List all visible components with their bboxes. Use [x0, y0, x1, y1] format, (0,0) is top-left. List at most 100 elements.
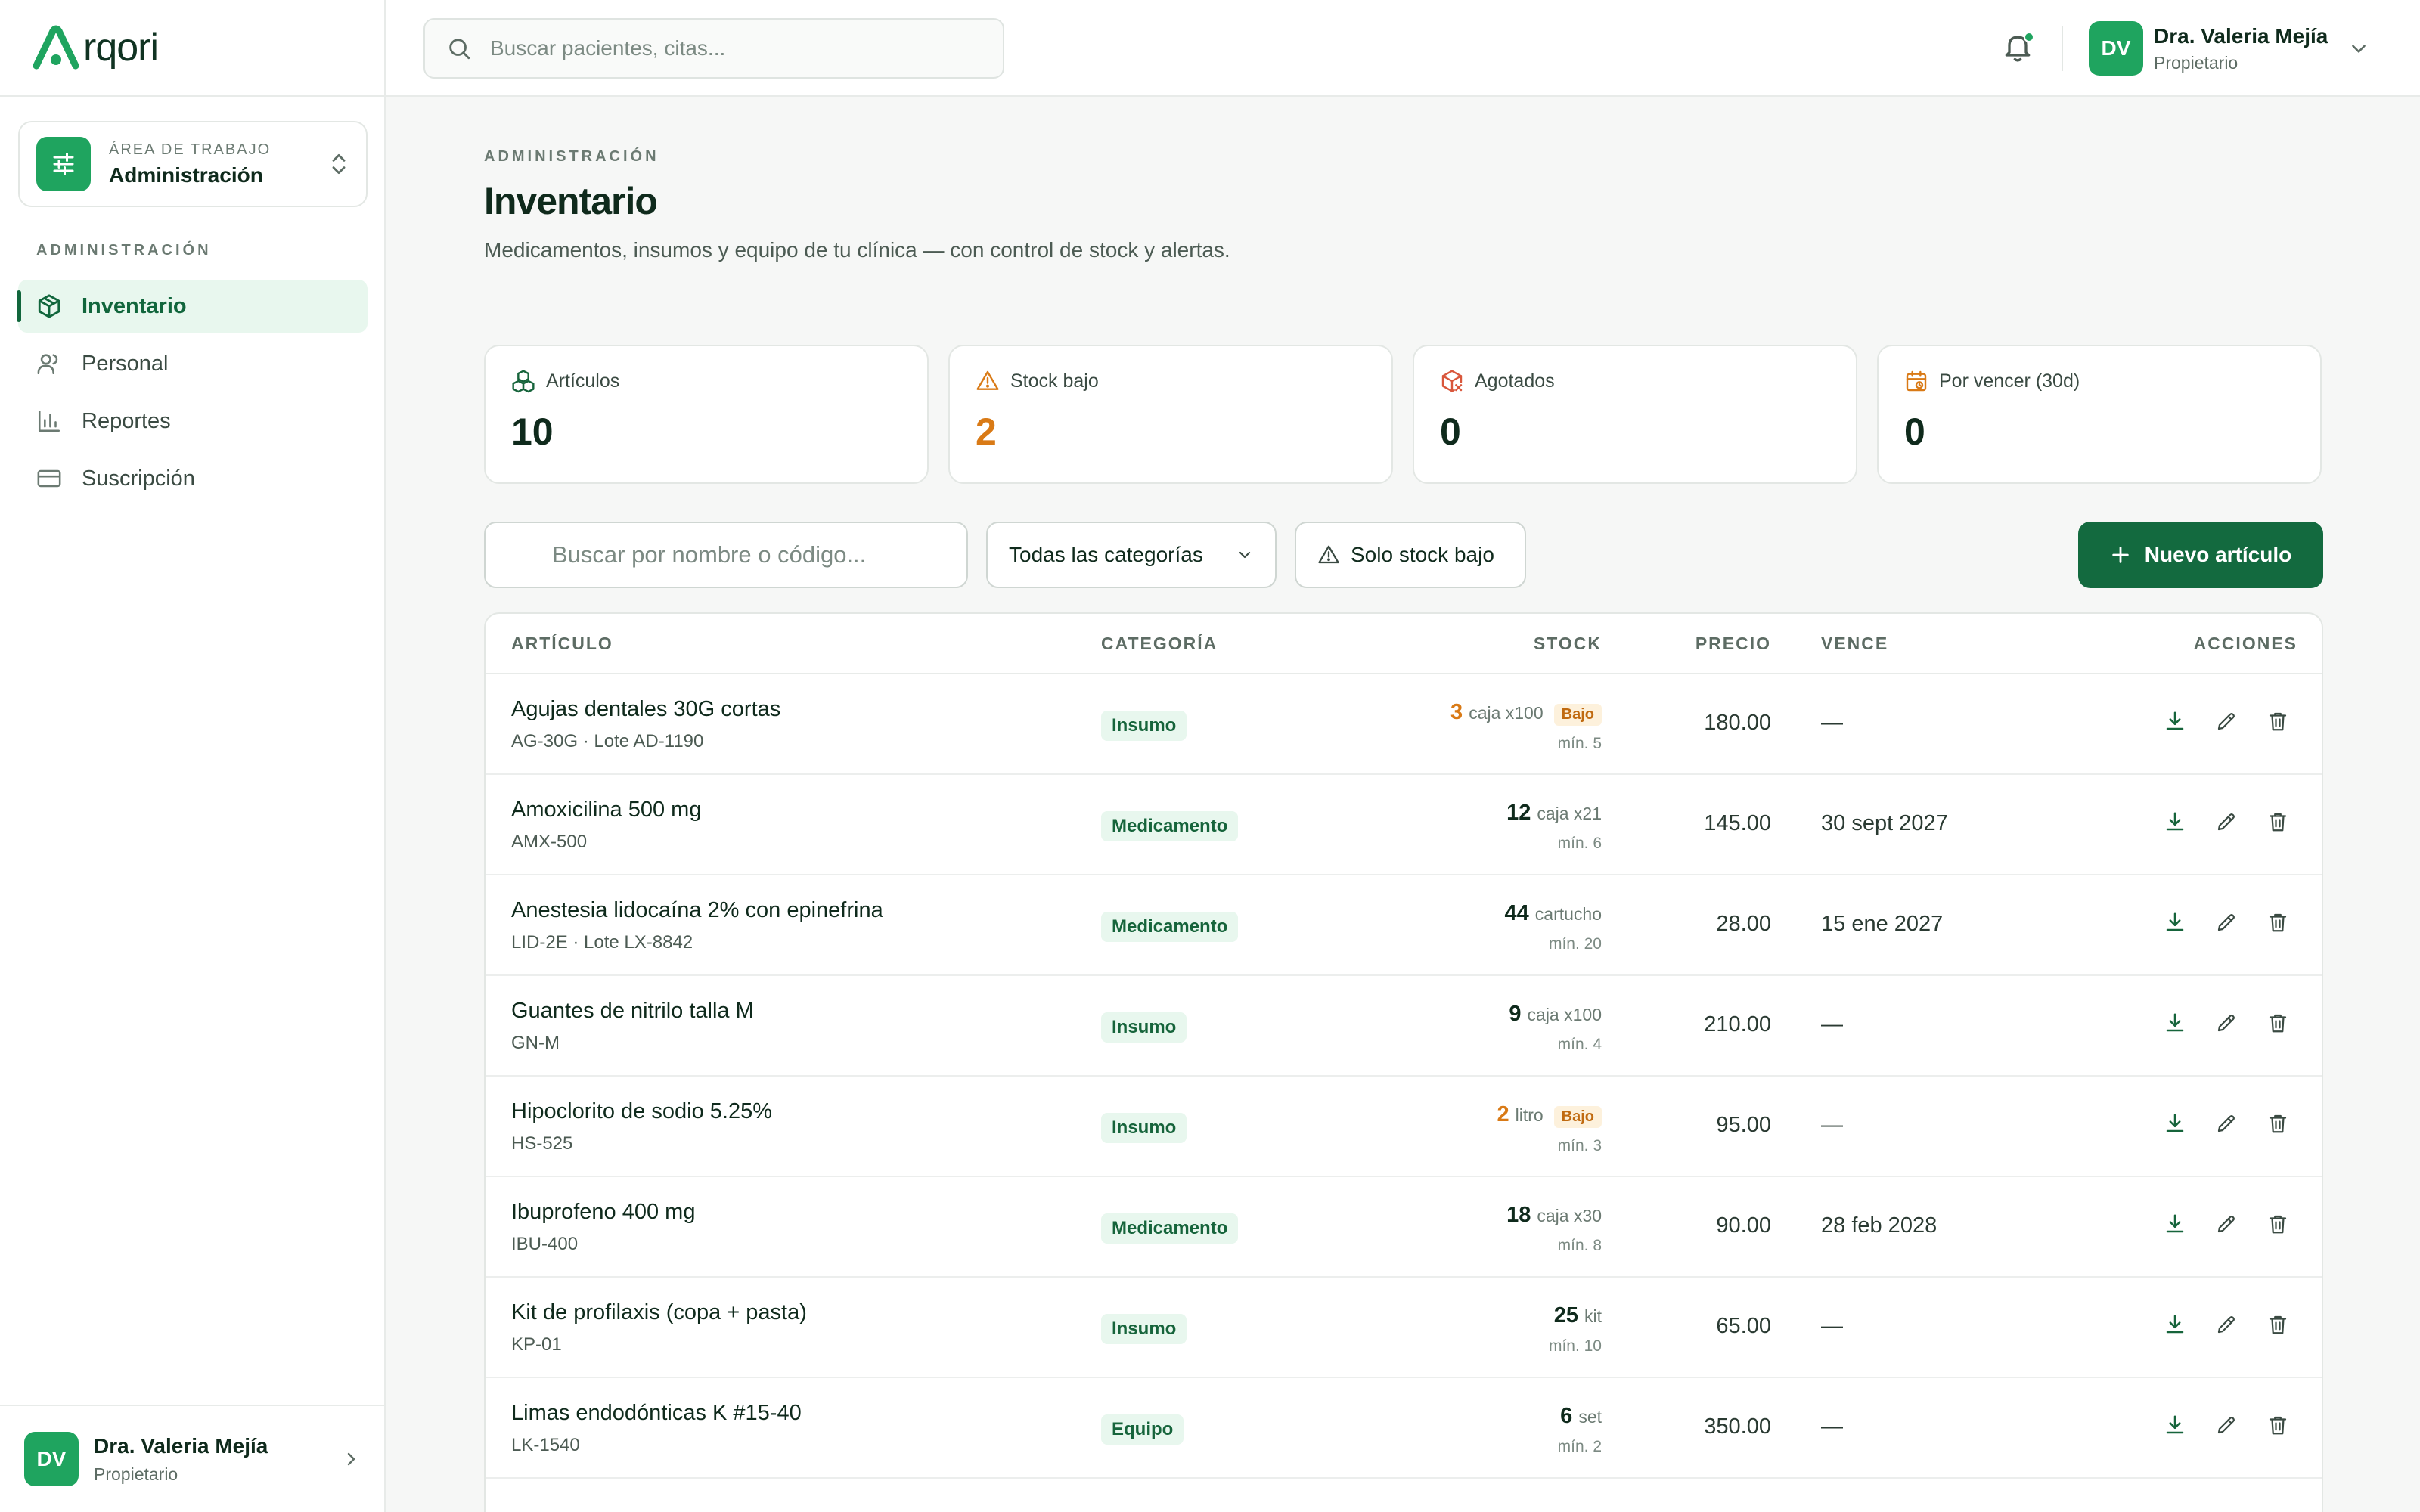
stock-min: mín. 8	[1557, 1237, 1602, 1254]
col-header-price[interactable]: PRECIO	[1696, 634, 1771, 654]
item-name: Anestesia lidocaína 2% con epinefrina	[511, 898, 883, 922]
brand-logo[interactable]: rqori	[0, 0, 384, 97]
download-icon	[2166, 812, 2184, 831]
item-price: 210.00	[1704, 1012, 1771, 1036]
workspace-switcher[interactable]: ÁREA DE TRABAJO Administración	[18, 121, 368, 207]
stock-unit: set	[1578, 1407, 1602, 1427]
global-search[interactable]	[424, 18, 1004, 79]
stat-card-agotados: Agotados 0	[1413, 345, 1857, 484]
col-header-stock[interactable]: STOCK	[1534, 634, 1602, 654]
col-header-expires[interactable]: VENCE	[1821, 634, 1888, 654]
table-row[interactable]: Ibuprofeno 400 mg IBU-400 Medicamento 18…	[486, 1177, 2322, 1278]
col-header-item[interactable]: ARTÍCULO	[511, 634, 613, 654]
download-button[interactable]	[2161, 1411, 2189, 1439]
edit-button[interactable]	[2213, 1311, 2240, 1338]
table-header: ARTÍCULO CATEGORÍA STOCK PRECIO VENCE AC…	[486, 614, 2322, 674]
warning-icon	[976, 370, 999, 390]
table-body: Agujas dentales 30G cortas AG-30G · Lote…	[486, 674, 2322, 1479]
pencil-icon	[2217, 1416, 2235, 1434]
item-expires: —	[1821, 1113, 1843, 1137]
table-row[interactable]: Limas endodónticas K #15-40 LK-1540 Equi…	[486, 1378, 2322, 1479]
delete-button[interactable]	[2264, 1411, 2291, 1439]
stock-unit: caja x100	[1527, 1005, 1602, 1024]
category-badge: Insumo	[1101, 1314, 1187, 1344]
download-button[interactable]	[2161, 808, 2189, 835]
delete-button[interactable]	[2264, 1311, 2291, 1338]
item-search-input[interactable]	[552, 541, 945, 569]
sidebar-user-card[interactable]: DV Dra. Valeria Mejía Propietario	[0, 1405, 384, 1512]
stat-label: Por vencer (30d)	[1939, 370, 2080, 392]
col-header-category[interactable]: CATEGORÍA	[1101, 634, 1218, 654]
edit-button[interactable]	[2213, 808, 2240, 835]
edit-button[interactable]	[2213, 909, 2240, 936]
table-row[interactable]: Kit de profilaxis (copa + pasta) KP-01 I…	[486, 1278, 2322, 1378]
download-button[interactable]	[2161, 708, 2189, 735]
new-item-button[interactable]: Nuevo artículo	[2078, 522, 2323, 588]
category-badge: Medicamento	[1101, 912, 1239, 942]
stock-min: mín. 20	[1548, 935, 1602, 953]
boxes-icon	[512, 370, 535, 393]
category-badge: Medicamento	[1101, 1213, 1239, 1244]
delete-button[interactable]	[2264, 909, 2291, 936]
download-button[interactable]	[2161, 909, 2189, 936]
stat-card-stock-bajo: Stock bajo 2	[948, 345, 1393, 484]
item-code: LID-2E · Lote LX-8842	[511, 932, 693, 953]
stock-unit: cartucho	[1534, 904, 1602, 924]
sidebar-item-reportes[interactable]: Reportes	[18, 395, 368, 448]
download-icon	[2166, 1013, 2184, 1032]
user-name: Dra. Valeria Mejía	[2154, 23, 2328, 48]
pencil-icon	[2217, 1215, 2235, 1233]
delete-button[interactable]	[2264, 708, 2291, 735]
sidebar-item-label: Inventario	[82, 293, 187, 318]
item-code: AG-30G · Lote AD-1190	[511, 731, 704, 751]
user-menu[interactable]: DV Dra. Valeria Mejía Propietario	[2089, 21, 2369, 76]
stock-qty: 12	[1506, 801, 1531, 825]
table-row[interactable]: Guantes de nitrilo talla M GN-M Insumo 9…	[486, 976, 2322, 1077]
delete-button[interactable]	[2264, 1110, 2291, 1137]
user-name: Dra. Valeria Mejía	[94, 1433, 268, 1458]
stock-min: mín. 10	[1548, 1337, 1602, 1355]
item-expires: —	[1821, 1012, 1843, 1036]
category-select-value: Todas las categorías	[1009, 543, 1203, 566]
category-select[interactable]: Todas las categorías	[986, 522, 1277, 588]
table-row[interactable]: Anestesia lidocaína 2% con epinefrina LI…	[486, 875, 2322, 976]
table-row[interactable]: Hipoclorito de sodio 5.25% HS-525 Insumo…	[486, 1077, 2322, 1177]
notification-dot	[2024, 32, 2034, 42]
stat-card-por-vencer: Por vencer (30d) 0	[1877, 345, 2322, 484]
delete-button[interactable]	[2264, 1210, 2291, 1238]
stock-qty: 2	[1497, 1102, 1509, 1126]
edit-button[interactable]	[2213, 1110, 2240, 1137]
download-button[interactable]	[2161, 1009, 2189, 1036]
trash-icon	[2269, 1416, 2287, 1435]
item-expires: —	[1821, 1414, 1843, 1439]
download-icon	[2166, 1315, 2184, 1334]
notifications-button[interactable]	[2001, 30, 2037, 67]
download-button[interactable]	[2161, 1311, 2189, 1338]
delete-button[interactable]	[2264, 808, 2291, 835]
low-stock-toggle[interactable]: Solo stock bajo	[1295, 522, 1526, 588]
item-expires: —	[1821, 1314, 1843, 1338]
download-button[interactable]	[2161, 1210, 2189, 1238]
arqori-logo-icon	[33, 25, 79, 70]
stat-card-articulos: Artículos 10	[484, 345, 929, 484]
page-subtitle: Medicamentos, insumos y equipo de tu clí…	[484, 238, 1230, 262]
new-item-label: Nuevo artículo	[2144, 543, 2292, 566]
item-search[interactable]	[484, 522, 968, 588]
edit-button[interactable]	[2213, 1009, 2240, 1036]
global-search-input[interactable]	[490, 36, 974, 60]
table-row[interactable]: Amoxicilina 500 mg AMX-500 Medicamento 1…	[486, 775, 2322, 875]
sidebar-nav: Inventario Personal Reportes Suscripción	[17, 280, 368, 510]
download-button[interactable]	[2161, 1110, 2189, 1137]
stock-unit: caja x100	[1469, 703, 1544, 723]
sidebar-item-suscripcion[interactable]: Suscripción	[18, 452, 368, 505]
edit-button[interactable]	[2213, 708, 2240, 735]
edit-button[interactable]	[2213, 1411, 2240, 1439]
sidebar-item-inventario[interactable]: Inventario	[17, 280, 368, 333]
edit-button[interactable]	[2213, 1210, 2240, 1238]
table-row[interactable]: Agujas dentales 30G cortas AG-30G · Lote…	[486, 674, 2322, 775]
stock-qty: 44	[1504, 901, 1529, 925]
delete-button[interactable]	[2264, 1009, 2291, 1036]
stock-unit: litro	[1515, 1105, 1544, 1125]
stat-value: 10	[511, 411, 554, 453]
sidebar-item-personal[interactable]: Personal	[18, 337, 368, 390]
